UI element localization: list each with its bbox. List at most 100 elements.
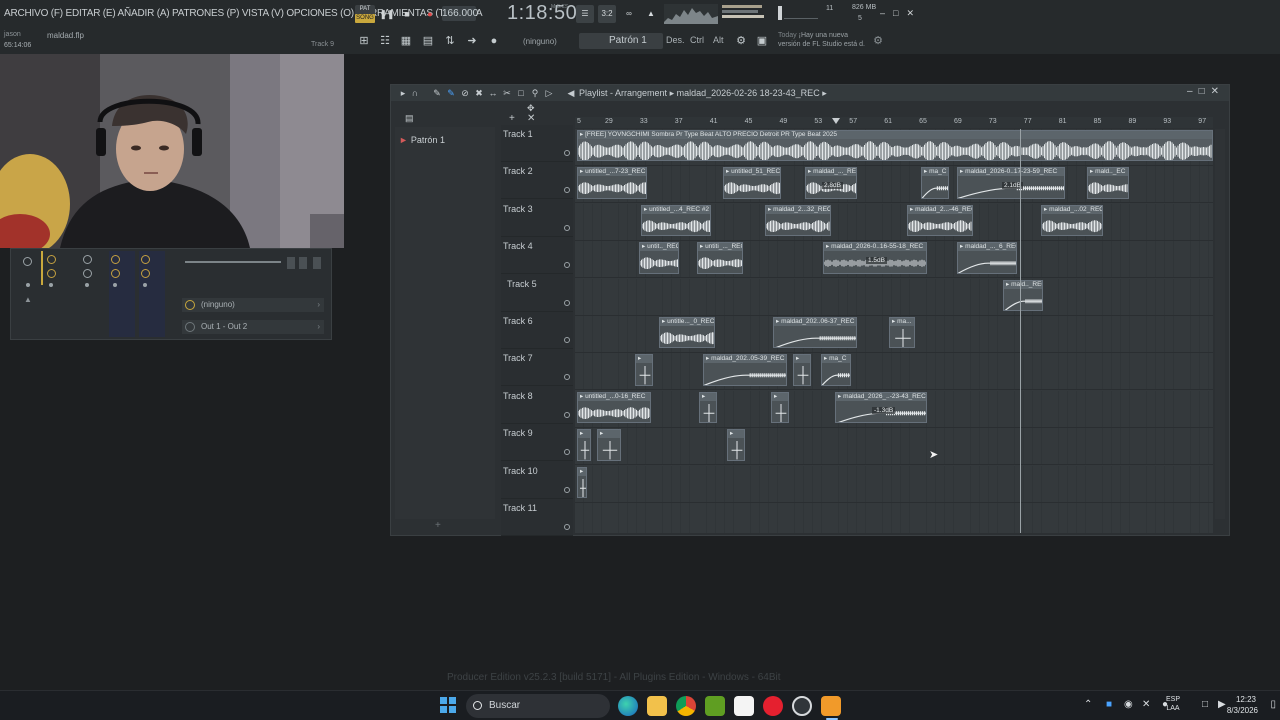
audio-clip[interactable]: ▸ untitle..._0_REC [659, 317, 715, 349]
audio-clip[interactable]: ▸ [699, 391, 717, 424]
track-lane[interactable] [575, 353, 1213, 391]
pat-song-toggle[interactable]: PAT SONG [355, 5, 375, 23]
network-tray-icon[interactable]: ◉ [1124, 699, 1133, 710]
slip-icon[interactable]: ↔ [487, 87, 499, 99]
pattern-selector[interactable]: Patrón 1 [579, 33, 663, 49]
audio-clip[interactable]: ▸ [793, 354, 811, 386]
arrangement-icon[interactable]: ◀ [565, 87, 577, 99]
track-lane[interactable] [575, 465, 1213, 503]
fl-studio-icon[interactable] [821, 696, 841, 716]
audio-clip[interactable]: ▸ untitled_...7-23_REC [577, 167, 647, 199]
audio-clip[interactable]: ▸ [FREE] YOVNGCHIMI Sombra Pr Type Beat … [577, 130, 1213, 162]
track-header[interactable]: Track 9 [501, 424, 573, 462]
track-mute-dot[interactable] [564, 524, 570, 530]
select-icon[interactable]: □ [515, 87, 527, 99]
display-icon[interactable]: □ [1202, 699, 1208, 710]
capcut-icon[interactable] [734, 696, 754, 716]
taskbar-search[interactable]: Buscar [466, 694, 610, 718]
opera-icon[interactable] [763, 696, 783, 716]
mixer-volume-slider[interactable] [185, 261, 281, 263]
track-mute-dot[interactable] [564, 374, 570, 381]
pattern-item[interactable]: ► Patrón 1 [399, 135, 445, 145]
track-header[interactable]: Track 8 [501, 387, 573, 424]
volume-knob[interactable] [111, 269, 120, 278]
clock-time[interactable]: 12:23 [1236, 695, 1256, 704]
slice-icon[interactable]: ✂ [501, 87, 513, 99]
track-mute-dot[interactable] [564, 449, 570, 456]
mixer-strip-2[interactable] [81, 251, 107, 337]
playhead-marker[interactable] [832, 118, 840, 124]
remove-track-icon[interactable]: ✕ [527, 113, 535, 124]
audio-clip[interactable]: ▸ [577, 429, 591, 461]
metronome-icon[interactable]: ▲ [642, 5, 660, 23]
chrome-icon[interactable] [676, 696, 696, 716]
mixer-strip-4[interactable] [139, 251, 165, 337]
loop-icon[interactable]: ∞ [620, 5, 638, 23]
volume-icon[interactable]: ▶ [1218, 699, 1226, 710]
audio-clip[interactable]: ▸ untitled_...4_REC #2 [641, 204, 711, 237]
tempo-tap-icon[interactable]: ⚙ [733, 33, 749, 49]
track-header[interactable]: Track 11 [501, 499, 573, 536]
track-mute-dot[interactable] [564, 224, 570, 231]
edge-icon[interactable] [618, 696, 638, 716]
playlist-grid[interactable]: ▸ [FREE] YOVNGCHIMI Sombra Pr Type Beat … [575, 129, 1213, 533]
window-controls[interactable]: –□✕ [880, 8, 922, 19]
notification-icon[interactable]: ▯ [1270, 699, 1276, 710]
track-header[interactable]: Track 7 [501, 349, 573, 387]
settings-icon[interactable]: ⚙ [870, 33, 886, 49]
zoom-icon[interactable]: ⚲ [529, 87, 541, 99]
stop-button[interactable]: ■ [399, 6, 415, 22]
nvidia-icon[interactable] [705, 696, 725, 716]
vertical-scrollbar[interactable] [1215, 129, 1225, 519]
audio-clip[interactable]: ▸ ma_C [821, 354, 851, 386]
track-lane[interactable] [575, 503, 1213, 533]
track-lane[interactable] [575, 428, 1213, 466]
send-dot[interactable] [113, 283, 117, 287]
file-explorer-icon[interactable] [647, 696, 667, 716]
pan-knob[interactable] [83, 255, 92, 264]
pattern-list-icon[interactable]: ▤ [405, 113, 414, 124]
volume-knob[interactable] [141, 269, 150, 278]
audio-clip[interactable]: ▸ mald.._EC [1087, 167, 1129, 199]
send-dot[interactable] [26, 283, 30, 287]
track-mute-dot[interactable] [564, 187, 570, 194]
slider-handle[interactable] [287, 257, 295, 269]
track-header[interactable]: Track 4 [501, 237, 573, 275]
track-header[interactable]: Track 10 [501, 462, 573, 499]
audio-clip[interactable]: ▸ [577, 466, 587, 498]
track-header[interactable]: Track 1 [501, 125, 573, 162]
record-button[interactable]: ● [422, 6, 438, 22]
microphone-icon[interactable]: ● [486, 33, 502, 49]
news-panel[interactable]: Today ¡Hay una nueva versión de FL Studi… [778, 31, 878, 49]
audio-clip[interactable]: ▸ maldad_..._6_REC [957, 242, 1017, 274]
track-lane[interactable] [575, 278, 1213, 316]
shop-icon[interactable]: ▣ [754, 33, 770, 49]
volume-knob[interactable] [83, 269, 92, 278]
track-header[interactable]: Track 2 [501, 162, 573, 200]
slider-handle[interactable] [313, 257, 321, 269]
mixer-slot-effect[interactable]: (ninguno) › [182, 298, 324, 312]
send-dot[interactable] [143, 283, 147, 287]
audio-clip[interactable]: ▸ maldad_2026_..-23-43_REC -1.3dB [835, 391, 927, 424]
audio-clip[interactable]: ▸ [635, 354, 653, 386]
magnet-icon[interactable]: ∩ [409, 87, 421, 99]
mode-des-button[interactable]: Des. [666, 35, 685, 45]
pencil-icon[interactable]: ✎ [431, 87, 443, 99]
mixer-view-icon[interactable]: ☰ [576, 5, 594, 23]
track-mute-dot[interactable] [564, 411, 570, 418]
slider-handle[interactable] [299, 257, 307, 269]
send-dot[interactable] [85, 283, 89, 287]
volume-knob[interactable] [47, 269, 56, 278]
mute-icon[interactable]: ✖ [473, 87, 485, 99]
audio-clip[interactable]: ▸ untitled_51_REC [723, 167, 781, 199]
mode-alt-button[interactable]: Alt [713, 35, 724, 45]
speaker-icon[interactable]: ▷ [543, 87, 555, 99]
playlist-icon[interactable]: ☷ [377, 33, 393, 49]
piano-roll-icon[interactable]: ▦ [398, 33, 414, 49]
audio-clip[interactable]: ▸ ma_C [921, 167, 949, 199]
track-header[interactable]: Track 5 [501, 275, 573, 312]
add-pattern-icon[interactable]: + [435, 520, 441, 531]
midi-device-label[interactable]: (ninguno) [523, 37, 557, 46]
track-mute-dot[interactable] [564, 150, 570, 156]
track-mute-dot[interactable] [564, 486, 570, 493]
